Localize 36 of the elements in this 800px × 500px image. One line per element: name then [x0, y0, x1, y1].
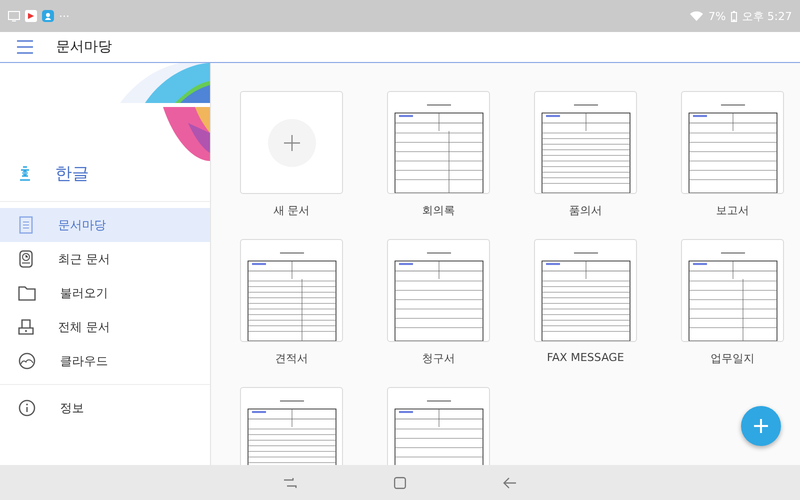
plus-icon: [754, 419, 768, 433]
home-icon[interactable]: [394, 476, 406, 488]
person-icon: [42, 10, 54, 22]
battery-icon: [730, 10, 737, 22]
cloud-icon: [18, 352, 36, 370]
template-label: 업무일지: [710, 351, 754, 365]
drive-icon: [18, 318, 34, 336]
template-label: 새 문서: [273, 203, 310, 217]
template-label: 청구서: [422, 351, 455, 365]
menu-icon[interactable]: [16, 40, 34, 54]
template-label: 품의서: [569, 203, 602, 217]
sidebar-item[interactable]: 전체 문서: [0, 310, 210, 344]
clock-icon: [18, 250, 34, 268]
logo-icon: [19, 166, 31, 182]
back-icon[interactable]: [503, 476, 517, 488]
sidebar-item[interactable]: 클라우드: [0, 344, 210, 378]
brand-name: 한글: [55, 163, 89, 185]
add-button[interactable]: [741, 406, 781, 446]
sidebar-item[interactable]: 불러오기: [0, 276, 210, 310]
recent-apps-icon[interactable]: [283, 476, 297, 488]
screen-icon: [8, 10, 20, 22]
app-title: 문서마당: [56, 38, 112, 56]
sidebar-item[interactable]: 정보: [0, 391, 210, 425]
template-label: 견적서: [275, 351, 308, 365]
info-icon: [18, 399, 36, 417]
folder-icon: [18, 285, 36, 301]
app-icon: [25, 10, 37, 22]
more-notifications: ···: [59, 10, 70, 22]
template-label: FAX MESSAGE: [546, 351, 624, 365]
plus-icon: [268, 118, 316, 166]
document-icon: [18, 216, 34, 234]
sidebar-item[interactable]: 문서마당: [0, 208, 210, 242]
template-label: 보고서: [716, 203, 749, 217]
template-label: 회의록: [422, 203, 455, 217]
sidebar-item[interactable]: 최근 문서: [0, 242, 210, 276]
wifi-icon: [690, 11, 704, 21]
